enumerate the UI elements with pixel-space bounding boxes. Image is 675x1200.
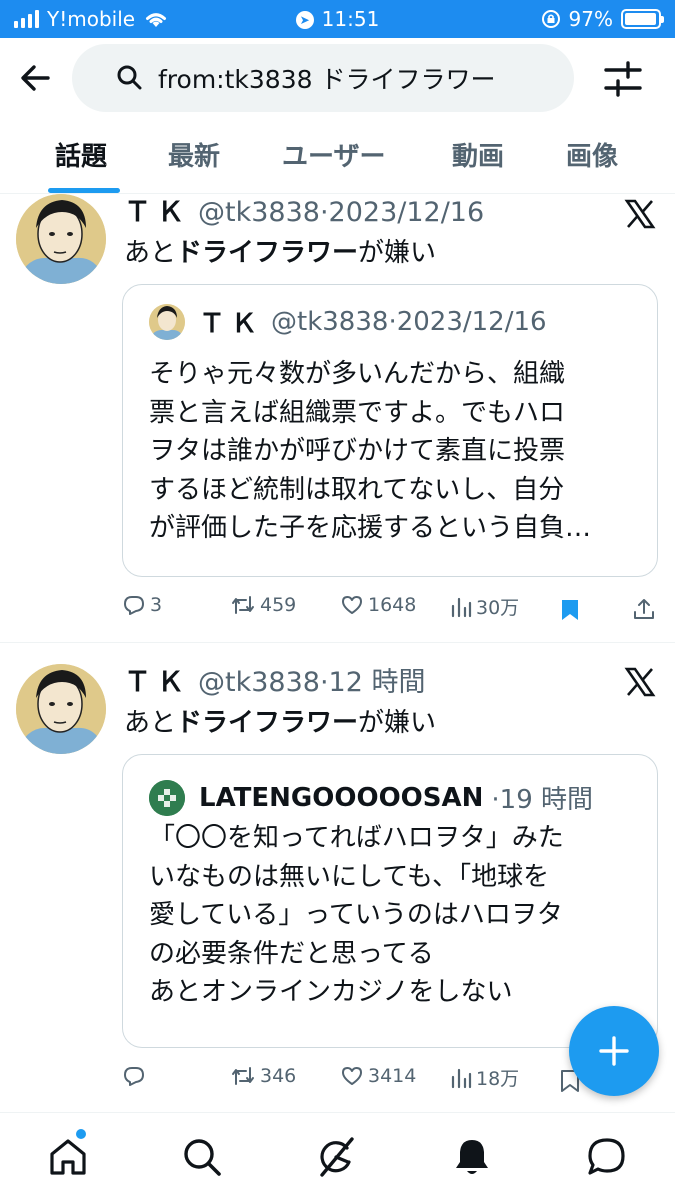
tweet-time[interactable]: 12 時間	[329, 667, 426, 698]
avatar[interactable]	[16, 194, 106, 284]
bookmark-icon[interactable]	[559, 598, 581, 622]
filter-icon[interactable]	[600, 56, 646, 102]
retweet-button[interactable]: 459	[230, 593, 296, 617]
heart-icon	[342, 1067, 362, 1085]
x-logo-icon	[624, 667, 656, 697]
tab-users[interactable]: ユーザー	[282, 136, 385, 173]
quote-author-name: LATENGOOOOOSAN	[199, 782, 484, 813]
author-name[interactable]: ＴＫ	[124, 667, 190, 698]
compose-button[interactable]	[569, 1006, 659, 1096]
views-icon	[451, 1068, 472, 1088]
quote-tweet[interactable]: ＴＫ @tk3838·2023/12/16 そりゃ元々数が多いんだから、組織 票と…	[122, 284, 658, 577]
views-icon	[451, 597, 472, 617]
tweet[interactable]: ＴＫ @tk3838·2023/12/16 あとドライフラワーが嫌い ＴＫ @tk3…	[0, 194, 675, 642]
like-button[interactable]: 3414	[340, 1064, 416, 1088]
quote-avatar	[149, 303, 185, 340]
like-count: 3414	[368, 1065, 417, 1087]
reply-button[interactable]	[122, 1064, 150, 1088]
tab-latest[interactable]: 最新	[168, 136, 220, 173]
tab-videos[interactable]: 動画	[452, 136, 504, 173]
quote-text: そりゃ元々数が多いんだから、組織 票と言えば組織票ですよ。でもハロ ヲタは誰かが…	[149, 359, 592, 543]
reply-icon	[124, 1067, 144, 1086]
home-icon[interactable]	[46, 1135, 90, 1179]
bottom-nav	[0, 1112, 675, 1200]
search-input[interactable]: from:tk3838 ドライフラワー	[72, 44, 574, 112]
author-name[interactable]: ＴＫ	[124, 197, 190, 228]
tab-top[interactable]: 話題	[55, 136, 107, 173]
tweet-header: ＴＫ @tk3838·2023/12/16	[124, 197, 485, 228]
grok-icon[interactable]	[314, 1135, 358, 1179]
search-tabs: 話題 最新 ユーザー 動画 画像	[0, 118, 675, 194]
retweet-count: 459	[260, 594, 297, 616]
battery-label: 97%	[568, 7, 613, 31]
like-count: 1648	[368, 594, 417, 616]
quote-header: ＴＫ @tk3838·2023/12/16	[149, 303, 547, 340]
tab-images[interactable]: 画像	[566, 136, 618, 173]
arrow-left-icon[interactable]	[14, 56, 58, 100]
home-unread-dot	[76, 1129, 86, 1139]
views-count: 30万	[476, 597, 520, 619]
x-logo-icon	[624, 199, 656, 229]
retweet-icon	[232, 1067, 254, 1085]
tweet-actions: 3 459 1648 30万	[0, 593, 675, 629]
message-icon[interactable]	[585, 1135, 629, 1179]
quote-tweet[interactable]: LATENGOOOOOSAN ·19 時間 「〇〇を知ってればハロヲタ」みた いな…	[122, 754, 658, 1048]
search-query: from:tk3838 ドライフラワー	[158, 65, 496, 94]
reply-icon	[124, 596, 144, 615]
quote-author-name: ＴＫ	[199, 309, 264, 339]
rotation-lock-icon	[541, 10, 560, 28]
search-icon[interactable]	[180, 1135, 224, 1179]
views-count: 18万	[476, 1068, 520, 1090]
bell-icon[interactable]	[450, 1135, 494, 1179]
quote-text: 「〇〇を知ってればハロヲタ」みた いなものは無いにしても、「地球を 愛している」…	[149, 823, 564, 1007]
author-handle[interactable]: @tk3838	[198, 197, 320, 228]
search-header: from:tk3838 ドライフラワー	[0, 38, 675, 118]
views-button[interactable]: 30万	[450, 593, 519, 620]
tab-active-indicator	[48, 188, 120, 193]
quote-time: 2023/12/16	[396, 306, 547, 337]
battery-group: 97%	[541, 7, 664, 31]
quote-header: LATENGOOOOOSAN ·19 時間	[149, 779, 593, 816]
quote-author-handle: @tk3838	[271, 306, 389, 337]
tweet-text: あとドライフラワーが嫌い	[124, 708, 437, 738]
retweet-count: 346	[260, 1065, 297, 1087]
reply-count: 3	[150, 594, 163, 616]
retweet-button[interactable]: 346	[230, 1064, 296, 1088]
avatar[interactable]	[16, 664, 106, 754]
status-bar: Y!mobile ➤ 11:51 97%	[0, 0, 675, 38]
plus-icon	[599, 1036, 629, 1066]
share-icon[interactable]	[632, 597, 656, 621]
clock-label: 11:51	[321, 7, 380, 31]
tweet-divider	[0, 642, 675, 643]
tweet-header: ＴＫ @tk3838·12 時間	[124, 667, 426, 698]
tweet-time[interactable]: 2023/12/16	[329, 197, 485, 228]
quote-time: 19 時間	[499, 785, 594, 815]
heart-icon	[342, 596, 362, 614]
quote-avatar	[149, 779, 185, 816]
reply-button[interactable]: 3	[122, 593, 162, 617]
tweet-text: あとドライフラワーが嫌い	[124, 238, 437, 268]
views-button[interactable]: 18万	[450, 1064, 519, 1091]
retweet-icon	[232, 596, 254, 614]
location-icon: ➤	[295, 11, 314, 29]
search-icon	[117, 65, 142, 90]
author-handle[interactable]: @tk3838	[198, 667, 320, 698]
battery-icon	[621, 9, 664, 29]
like-button[interactable]: 1648	[340, 593, 416, 617]
